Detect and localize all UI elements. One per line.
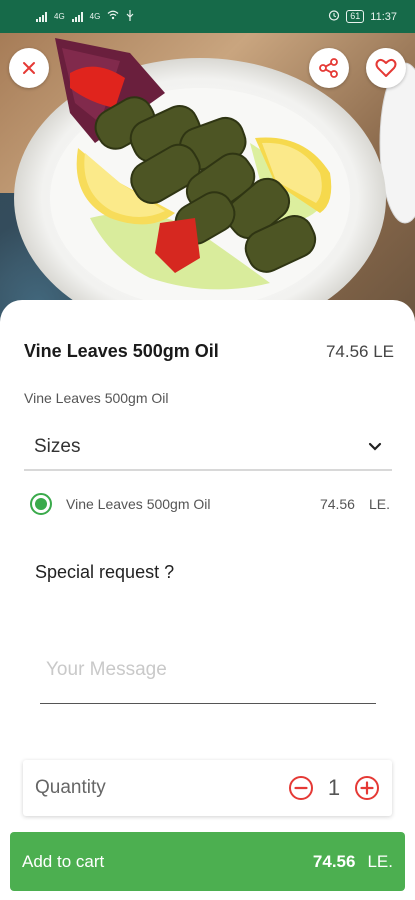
close-button[interactable]	[9, 48, 49, 88]
network-type-2: 4G	[89, 12, 101, 21]
status-icons-right: 61 11:37	[328, 9, 397, 24]
sizes-dropdown[interactable]: Sizes	[24, 425, 392, 471]
special-request-label: Special request ?	[35, 562, 175, 582]
add-to-cart-label: Add to cart	[22, 851, 105, 871]
alarm-icon	[328, 9, 340, 24]
close-icon	[23, 62, 35, 74]
quantity-label: Quantity	[35, 777, 106, 798]
size-option-currency: LE.	[368, 496, 390, 512]
plus-circle-icon	[355, 776, 379, 800]
product-title-row: Vine Leaves 500gm Oil 74.56 LE	[24, 341, 394, 362]
share-icon	[319, 58, 338, 78]
decrease-quantity-button[interactable]	[288, 775, 314, 801]
increase-quantity-button[interactable]	[354, 775, 380, 801]
product-image	[0, 33, 415, 333]
chevron-down-icon	[368, 442, 382, 451]
product-description: Vine Leaves 500gm Oil	[24, 390, 169, 406]
product-price: 74.56 LE	[325, 341, 394, 361]
usb-icon	[126, 9, 134, 24]
share-button[interactable]	[309, 48, 349, 88]
status-bar: 4G 4G 61 11:37	[0, 0, 415, 33]
size-option[interactable]: Vine Leaves 500gm Oil 74.56 LE.	[30, 490, 390, 518]
radio-selected-dot	[35, 498, 47, 510]
sizes-title: Sizes	[34, 436, 81, 457]
status-time: 11:37	[370, 10, 397, 23]
product-name: Vine Leaves 500gm Oil	[24, 341, 219, 361]
wifi-icon	[107, 10, 119, 23]
minus-circle-icon	[289, 776, 313, 800]
signal-icon	[36, 11, 47, 22]
quantity-stepper: Quantity 1	[23, 760, 392, 816]
signal-icon	[71, 11, 83, 22]
size-radio[interactable]	[30, 493, 52, 515]
heart-icon	[375, 58, 397, 77]
add-to-cart-button[interactable]: Add to cart 74.56 LE.	[10, 832, 405, 891]
network-type-1: 4G	[54, 12, 65, 21]
size-option-price: 74.56	[319, 496, 355, 512]
status-icons-left: 4G 4G	[36, 9, 134, 24]
cart-currency: LE.	[367, 851, 393, 871]
food-illustration	[0, 38, 415, 333]
quantity-value: 1	[327, 775, 341, 800]
cart-total-price: 74.56	[312, 851, 356, 871]
battery-icon: 61	[346, 10, 365, 23]
favorite-button[interactable]	[366, 48, 406, 88]
size-option-label: Vine Leaves 500gm Oil	[66, 496, 211, 512]
message-input[interactable]	[40, 636, 376, 704]
